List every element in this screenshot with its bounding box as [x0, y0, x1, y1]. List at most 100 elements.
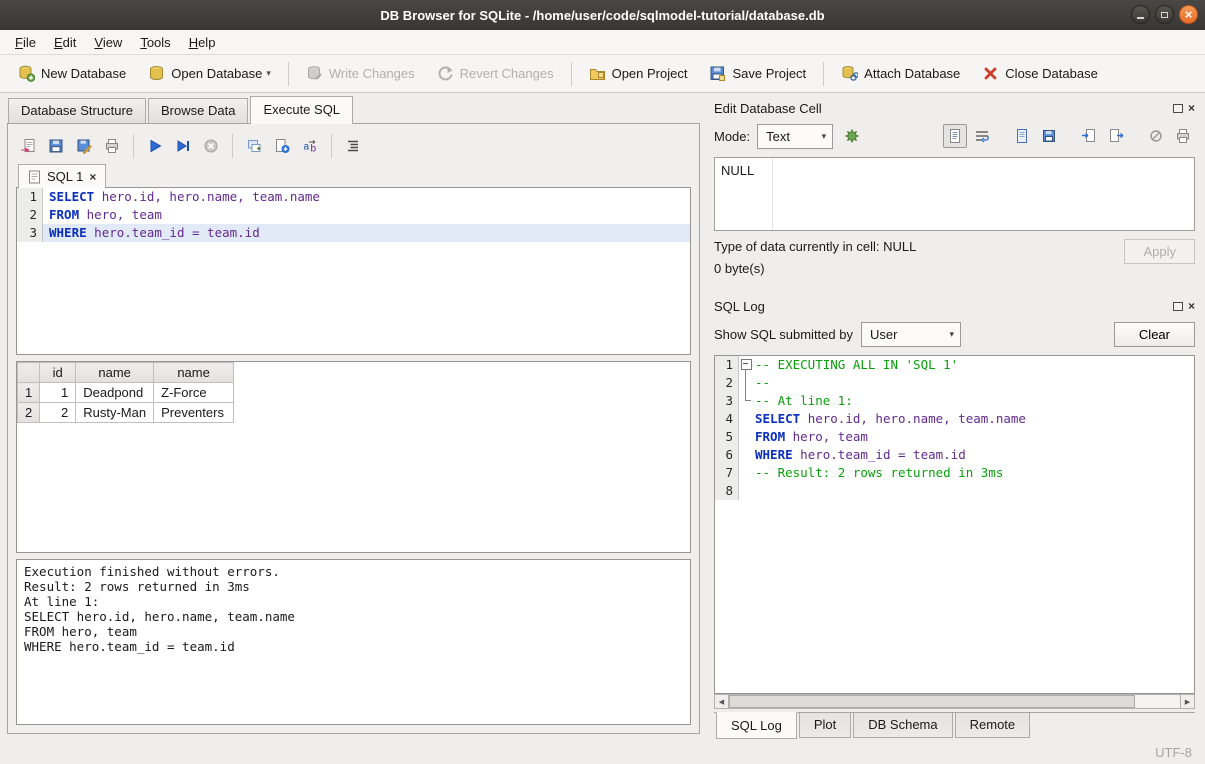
- close-database-button[interactable]: Close Database: [972, 59, 1108, 88]
- write-changes-button[interactable]: Write Changes: [296, 59, 425, 88]
- open-query-tab-button[interactable]: [242, 134, 266, 158]
- results-cell[interactable]: Deadpond: [76, 383, 154, 403]
- attach-database-button[interactable]: Attach Database: [831, 59, 970, 88]
- cell-value: NULL: [715, 158, 773, 230]
- mode-value: Text: [766, 129, 790, 144]
- open-database-dropdown-icon[interactable]: ▾: [266, 68, 271, 79]
- save-sql-as-icon: [76, 138, 92, 154]
- close-dock-icon[interactable]: ×: [1188, 300, 1195, 312]
- titlebar[interactable]: DB Browser for SQLite - /home/user/code/…: [0, 0, 1205, 30]
- encoding-indicator[interactable]: UTF-8: [1155, 745, 1192, 760]
- tab-plot[interactable]: Plot: [799, 713, 851, 738]
- auto-format-button[interactable]: [341, 134, 365, 158]
- word-wrap-button[interactable]: [970, 124, 994, 148]
- row-number[interactable]: 2: [18, 403, 40, 423]
- sql-log-view[interactable]: 1-- EXECUTING ALL IN 'SQL 1'2--3-- At li…: [714, 355, 1195, 694]
- main-toolbar: New Database Open Database ▾ Write Chang…: [0, 55, 1205, 93]
- scrollbar-track[interactable]: [729, 694, 1180, 709]
- new-database-label: New Database: [41, 66, 126, 81]
- results-column-header[interactable]: id: [40, 363, 76, 383]
- tab-execute-sql[interactable]: Execute SQL: [250, 96, 353, 124]
- gear-icon: [844, 128, 860, 144]
- tab-sql-log[interactable]: SQL Log: [716, 712, 797, 739]
- print-cell-button[interactable]: [1171, 124, 1195, 148]
- sql-toolbar-separator: [331, 134, 332, 158]
- code-line: 4SELECT hero.id, hero.name, team.name: [715, 410, 1194, 428]
- print-sql-button[interactable]: [100, 134, 124, 158]
- execute-current-line-button[interactable]: [171, 134, 195, 158]
- import-cell-button[interactable]: [1077, 124, 1101, 148]
- save-project-button[interactable]: Save Project: [699, 59, 816, 88]
- cell-editor-body[interactable]: [773, 158, 1194, 230]
- results-cell[interactable]: 1: [40, 383, 76, 403]
- clear-log-button[interactable]: Clear: [1114, 322, 1195, 347]
- submitted-by-select[interactable]: User ▾: [861, 322, 961, 347]
- code-text: -- EXECUTING ALL IN 'SQL 1': [753, 356, 1194, 374]
- apply-button[interactable]: Apply: [1124, 239, 1195, 264]
- results-cell[interactable]: 2: [40, 403, 76, 423]
- code-text: WHERE hero.team_id = team.id: [43, 224, 690, 242]
- menu-tools[interactable]: Tools: [131, 32, 179, 53]
- scroll-right-icon[interactable]: ▶: [1180, 694, 1195, 709]
- sql-toolbar-separator: [232, 134, 233, 158]
- execute-all-icon: [147, 138, 163, 154]
- cell-editor[interactable]: NULL: [714, 157, 1195, 231]
- mode-settings-button[interactable]: [840, 124, 864, 148]
- stop-execution-button[interactable]: [199, 134, 223, 158]
- code-line: 5FROM hero, team: [715, 428, 1194, 446]
- scroll-left-icon[interactable]: ◀: [714, 694, 729, 709]
- save-sql-as-button[interactable]: [72, 134, 96, 158]
- results-row: 22Rusty-ManPreventers: [18, 403, 234, 423]
- main-tab-bar: Database Structure Browse Data Execute S…: [7, 95, 700, 123]
- tab-remote[interactable]: Remote: [955, 713, 1031, 738]
- menu-help[interactable]: Help: [180, 32, 225, 53]
- row-number[interactable]: 1: [18, 383, 40, 403]
- find-replace-button[interactable]: ab: [298, 134, 322, 158]
- results-cell[interactable]: Preventers: [154, 403, 234, 423]
- open-cell-data-button[interactable]: [1010, 124, 1034, 148]
- float-dock-icon[interactable]: [1173, 302, 1183, 311]
- execute-all-button[interactable]: [143, 134, 167, 158]
- menu-view[interactable]: View: [85, 32, 131, 53]
- mode-select[interactable]: Text ▾: [757, 124, 833, 149]
- sql-doc-tab[interactable]: SQL 1 ×: [18, 164, 106, 188]
- code-text: SELECT hero.id, hero.name, team.name: [43, 188, 690, 206]
- sql-log-dock-header: SQL Log ×: [714, 295, 1195, 317]
- line-number: 5: [715, 428, 739, 446]
- scrollbar-thumb[interactable]: [729, 695, 1135, 708]
- word-wrap-icon: [974, 128, 990, 144]
- save-cell-data-button[interactable]: [1037, 124, 1061, 148]
- tab-db-schema[interactable]: DB Schema: [853, 713, 952, 738]
- results-cell[interactable]: Rusty-Man: [76, 403, 154, 423]
- results-cell[interactable]: Z-Force: [154, 383, 234, 403]
- results-column-header[interactable]: name: [76, 363, 154, 383]
- export-cell-button[interactable]: [1104, 124, 1128, 148]
- results-corner-cell: [18, 363, 40, 383]
- open-database-button[interactable]: Open Database ▾: [138, 59, 281, 88]
- menu-file[interactable]: File: [6, 32, 45, 53]
- save-sql-file-button[interactable]: [44, 134, 68, 158]
- export-results-button[interactable]: [270, 134, 294, 158]
- cell-tools: [943, 124, 1195, 148]
- bottom-tab-bar: SQL Log Plot DB Schema Remote: [714, 712, 1195, 740]
- sql-editor[interactable]: 1SELECT hero.id, hero.name, team.name2FR…: [16, 187, 691, 355]
- float-dock-icon[interactable]: [1173, 104, 1183, 113]
- tab-browse-data[interactable]: Browse Data: [148, 98, 248, 123]
- close-tab-icon[interactable]: ×: [89, 171, 96, 183]
- close-dock-icon[interactable]: ×: [1188, 102, 1195, 114]
- attach-database-label: Attach Database: [864, 66, 960, 81]
- new-database-button[interactable]: New Database: [8, 59, 136, 88]
- set-null-button[interactable]: [1144, 124, 1168, 148]
- results-column-header[interactable]: name: [154, 363, 234, 383]
- open-sql-file-button[interactable]: [16, 134, 40, 158]
- maximize-button[interactable]: [1155, 5, 1174, 24]
- fold-marker-icon[interactable]: [739, 356, 753, 374]
- tab-database-structure[interactable]: Database Structure: [8, 98, 146, 123]
- menu-bar: File Edit View Tools Help: [0, 30, 1205, 55]
- close-window-button[interactable]: ×: [1179, 5, 1198, 24]
- open-project-button[interactable]: Open Project: [579, 59, 698, 88]
- minimize-button[interactable]: [1131, 5, 1150, 24]
- revert-changes-button[interactable]: Revert Changes: [427, 59, 564, 88]
- doc-text-button[interactable]: [943, 124, 967, 148]
- menu-edit[interactable]: Edit: [45, 32, 85, 53]
